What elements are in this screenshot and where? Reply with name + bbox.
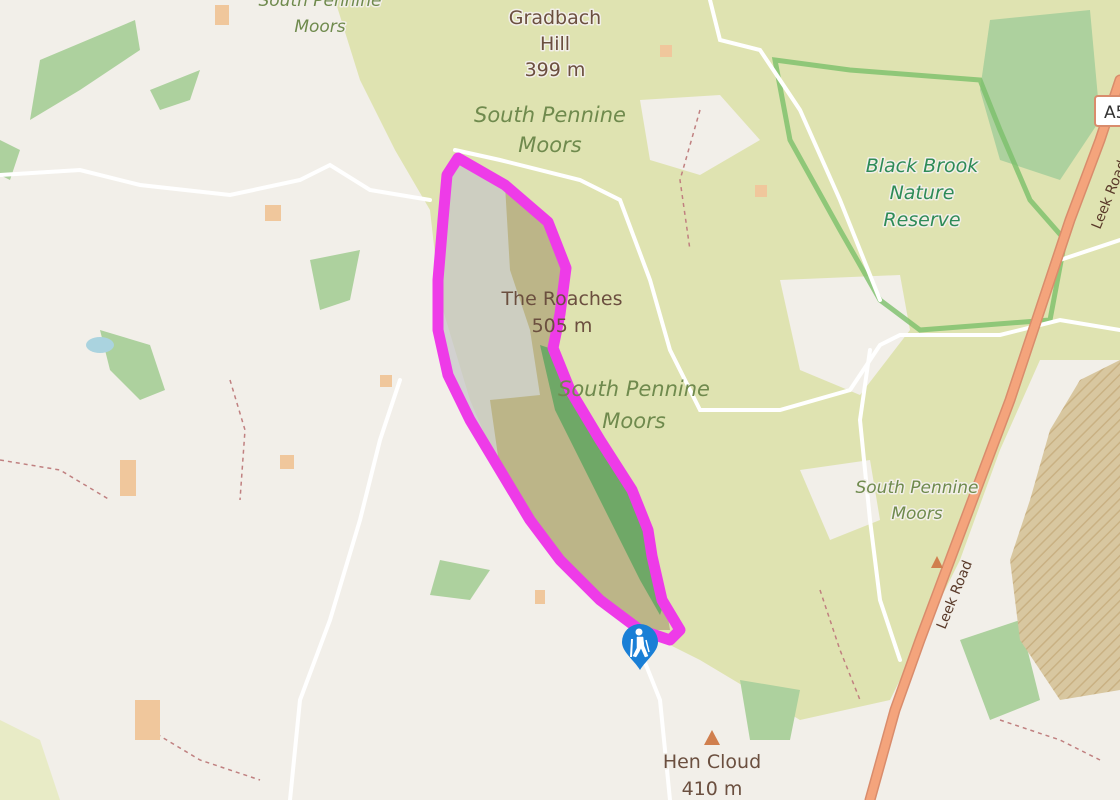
label-moors-top-1: South Pennine — [258, 0, 381, 11]
road-shield: A5 — [1094, 95, 1120, 127]
woodland-patch — [740, 680, 800, 740]
label-gradbach-name-2: Hill — [540, 33, 570, 55]
map-svg: South Pennine Moors Gradbach Hill 399 m … — [0, 0, 1120, 800]
label-moors-top-2: Moors — [294, 17, 345, 37]
label-roaches-elev: 505 m — [532, 315, 593, 337]
label-hen-cloud-elev: 410 m — [682, 778, 743, 800]
map-canvas[interactable]: South Pennine Moors Gradbach Hill 399 m … — [0, 0, 1120, 800]
label-road-ref: A5 — [1104, 103, 1120, 123]
pond — [86, 337, 114, 353]
label-reserve-3: Reserve — [883, 209, 960, 231]
label-moors-mid-1: South Pennine — [558, 377, 710, 401]
label-gradbach-elev: 399 m — [525, 59, 586, 81]
label-moors-mid-2: Moors — [602, 409, 665, 433]
label-moors-north-2: Moors — [518, 133, 581, 157]
label-gradbach-name-1: Gradbach — [509, 7, 601, 29]
label-reserve-2: Nature — [890, 182, 955, 204]
label-moors-north-1: South Pennine — [474, 103, 626, 127]
label-moors-east-2: Moors — [891, 504, 942, 524]
label-reserve-1: Black Brook — [866, 155, 980, 177]
label-roaches-name: The Roaches — [500, 288, 622, 310]
label-moors-east-1: South Pennine — [855, 478, 978, 498]
label-hen-cloud-name: Hen Cloud — [663, 751, 761, 773]
